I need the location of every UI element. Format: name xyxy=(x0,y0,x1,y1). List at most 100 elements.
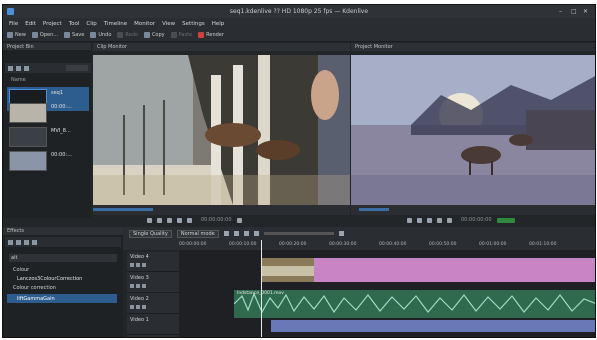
clip-monitor-header: Clip Monitor xyxy=(93,43,350,51)
track-header[interactable]: Video 1 xyxy=(127,315,179,335)
add-clip-icon[interactable] xyxy=(8,65,13,71)
set-out-icon[interactable] xyxy=(157,217,162,223)
effect-favorite-icon[interactable] xyxy=(32,239,37,245)
set-in-icon[interactable] xyxy=(407,217,412,223)
undo-icon xyxy=(90,32,97,38)
redo-button[interactable]: Redo xyxy=(117,32,138,38)
timeline-toolbar: Single Quality Normal mode xyxy=(123,227,595,240)
bin-clip[interactable]: MVI_8... xyxy=(7,125,89,149)
render-button[interactable]: Render xyxy=(198,32,224,38)
clip-monitor-ruler[interactable] xyxy=(93,205,350,215)
timeline-clip[interactable] xyxy=(261,258,314,282)
effect-category[interactable]: Colour correction xyxy=(13,285,56,291)
menu-edit[interactable]: Edit xyxy=(25,21,36,27)
hide-icon[interactable] xyxy=(136,263,140,267)
snap-icon[interactable] xyxy=(243,231,249,236)
app-window: seq1.kdenlive ?? HD 1080p 25 fps — Kdenl… xyxy=(2,4,596,338)
audio-clip[interactable]: Indstance_0001.mov xyxy=(234,290,595,318)
track-header[interactable]: Video 2 xyxy=(127,294,179,314)
clip-name: seq1 xyxy=(51,90,64,96)
project-monitor-video[interactable] xyxy=(351,55,595,205)
effect-item[interactable]: liftGammaGain xyxy=(17,296,55,302)
edit-mode-select[interactable]: Normal mode xyxy=(176,229,219,238)
timeline-clip[interactable] xyxy=(314,258,595,282)
clip-timecode[interactable]: 00:00:00:00 xyxy=(201,217,232,223)
set-in-icon[interactable] xyxy=(147,217,152,223)
open-button[interactable]: Open... xyxy=(31,32,58,38)
save-button[interactable]: Save xyxy=(64,32,84,38)
bin-search-input[interactable] xyxy=(66,65,88,71)
quality-select[interactable]: Single Quality xyxy=(129,229,172,238)
play-icon[interactable] xyxy=(437,217,442,223)
menu-tool[interactable]: Tool xyxy=(69,21,80,27)
ruler-tick: 00:01:00:00 xyxy=(479,242,507,247)
effects-toolbar xyxy=(5,237,121,247)
hide-icon[interactable] xyxy=(136,284,140,288)
folder-icon[interactable] xyxy=(24,65,29,71)
maximize-icon[interactable]: □ xyxy=(571,5,577,18)
ruler-tick: 00:00:20:00 xyxy=(279,242,307,247)
timeline-ruler[interactable]: 00:00:00:00 00:00:10:00 00:00:20:00 00:0… xyxy=(123,240,595,250)
clip-thumbnail xyxy=(9,127,47,147)
forward-icon[interactable] xyxy=(187,217,192,223)
rewind-icon[interactable] xyxy=(167,217,172,223)
copy-button[interactable]: Copy xyxy=(143,32,165,38)
paste-button[interactable]: Paste xyxy=(170,32,192,38)
timeline-playhead[interactable] xyxy=(261,240,262,337)
zoom-slider[interactable] xyxy=(263,232,334,235)
minimize-icon[interactable]: – xyxy=(559,5,565,18)
bin-clip[interactable]: 00:00:... xyxy=(7,149,89,173)
lock-icon[interactable] xyxy=(142,284,146,288)
menu-file[interactable]: File xyxy=(9,21,18,27)
clip-monitor-controls: 00:00:00:00 xyxy=(143,215,350,225)
forward-icon[interactable] xyxy=(447,217,452,223)
effects-search-input[interactable]: alt xyxy=(9,254,117,262)
audio-waveform xyxy=(234,290,595,318)
menu-clip[interactable]: Clip xyxy=(86,21,96,27)
menu-help[interactable]: Help xyxy=(212,21,225,27)
zoom-in-icon[interactable] xyxy=(338,231,344,236)
menu-bar: File Edit Project Tool Clip Timeline Mon… xyxy=(3,18,595,29)
hide-icon[interactable] xyxy=(136,305,140,309)
menu-timeline[interactable]: Timeline xyxy=(104,21,127,27)
mute-icon[interactable] xyxy=(130,284,134,288)
effect-filter-icon[interactable] xyxy=(8,239,13,245)
timeline-area[interactable]: Indstance_0001.mov xyxy=(179,250,595,337)
lock-icon[interactable] xyxy=(142,305,146,309)
project-timecode[interactable]: 00:00:00:00 xyxy=(461,217,492,223)
ruler-tick: 00:00:30:00 xyxy=(329,242,357,247)
set-out-icon[interactable] xyxy=(417,217,422,223)
bin-clip[interactable]: 00:00:... xyxy=(7,101,89,125)
clip-monitor-menu-icon[interactable] xyxy=(236,217,242,223)
copy-icon xyxy=(143,32,150,38)
mute-icon[interactable] xyxy=(130,305,134,309)
effect-audio-icon[interactable] xyxy=(16,239,21,245)
menu-view[interactable]: View xyxy=(162,21,175,27)
track-header[interactable]: Video 4 xyxy=(127,252,179,272)
lock-icon[interactable] xyxy=(142,263,146,267)
menu-monitor[interactable]: Monitor xyxy=(134,21,155,27)
effect-item[interactable]: Lanczos3ColourCorrection xyxy=(17,276,82,282)
rewind-icon[interactable] xyxy=(427,217,432,223)
clip-zone[interactable] xyxy=(93,208,153,211)
close-icon[interactable]: ✕ xyxy=(583,5,589,18)
menu-project[interactable]: Project xyxy=(43,21,62,27)
effect-category[interactable]: Colour xyxy=(13,267,29,273)
project-monitor-ruler[interactable] xyxy=(351,205,595,215)
undo-button[interactable]: Undo xyxy=(90,32,111,38)
project-monitor-controls: 00:00:00:00 xyxy=(403,215,595,225)
clip-monitor-video[interactable] xyxy=(93,55,350,205)
play-icon[interactable] xyxy=(177,217,182,223)
render-icon xyxy=(198,32,205,38)
effect-custom-icon[interactable] xyxy=(24,239,29,245)
mute-icon[interactable] xyxy=(130,263,134,267)
spacer-tool-icon[interactable] xyxy=(233,231,239,236)
new-button[interactable]: New xyxy=(7,32,26,38)
timeline-clip[interactable] xyxy=(271,320,595,332)
project-zone[interactable] xyxy=(359,208,389,211)
track-header[interactable]: Video 3 xyxy=(127,273,179,293)
zoom-out-icon[interactable] xyxy=(253,231,259,236)
menu-settings[interactable]: Settings xyxy=(182,21,205,27)
razor-tool-icon[interactable] xyxy=(223,231,229,236)
view-mode-icon[interactable] xyxy=(16,65,21,71)
